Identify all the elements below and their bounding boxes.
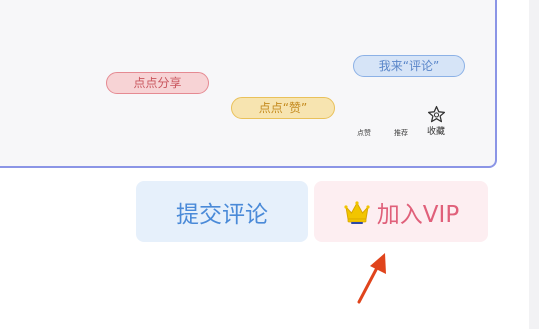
- submit-comment-button[interactable]: 提交评论: [136, 181, 308, 242]
- comment-editor-panel[interactable]: [0, 0, 497, 168]
- recommend-action-label[interactable]: 推荐: [394, 129, 408, 137]
- tag-comment[interactable]: 我来“评论”: [353, 55, 465, 77]
- tag-like[interactable]: 点点“赞”: [231, 97, 335, 119]
- tag-share[interactable]: 点点分享: [106, 72, 209, 94]
- join-vip-label: 加入VIP: [376, 201, 460, 228]
- submit-comment-label: 提交评论: [176, 201, 268, 228]
- crown-icon: [344, 200, 370, 224]
- like-action-label[interactable]: 点赞: [357, 129, 371, 137]
- page: 点点分享 点点“赞” 我来“评论” 点赞 推荐 收藏 提交评论 加入VIP: [0, 0, 539, 329]
- star-icon[interactable]: [427, 105, 446, 124]
- favorite-action-label[interactable]: 收藏: [427, 127, 445, 137]
- red-arrow-icon: [357, 253, 386, 304]
- join-vip-button[interactable]: 加入VIP: [314, 181, 488, 242]
- scrollbar-track[interactable]: [529, 0, 539, 329]
